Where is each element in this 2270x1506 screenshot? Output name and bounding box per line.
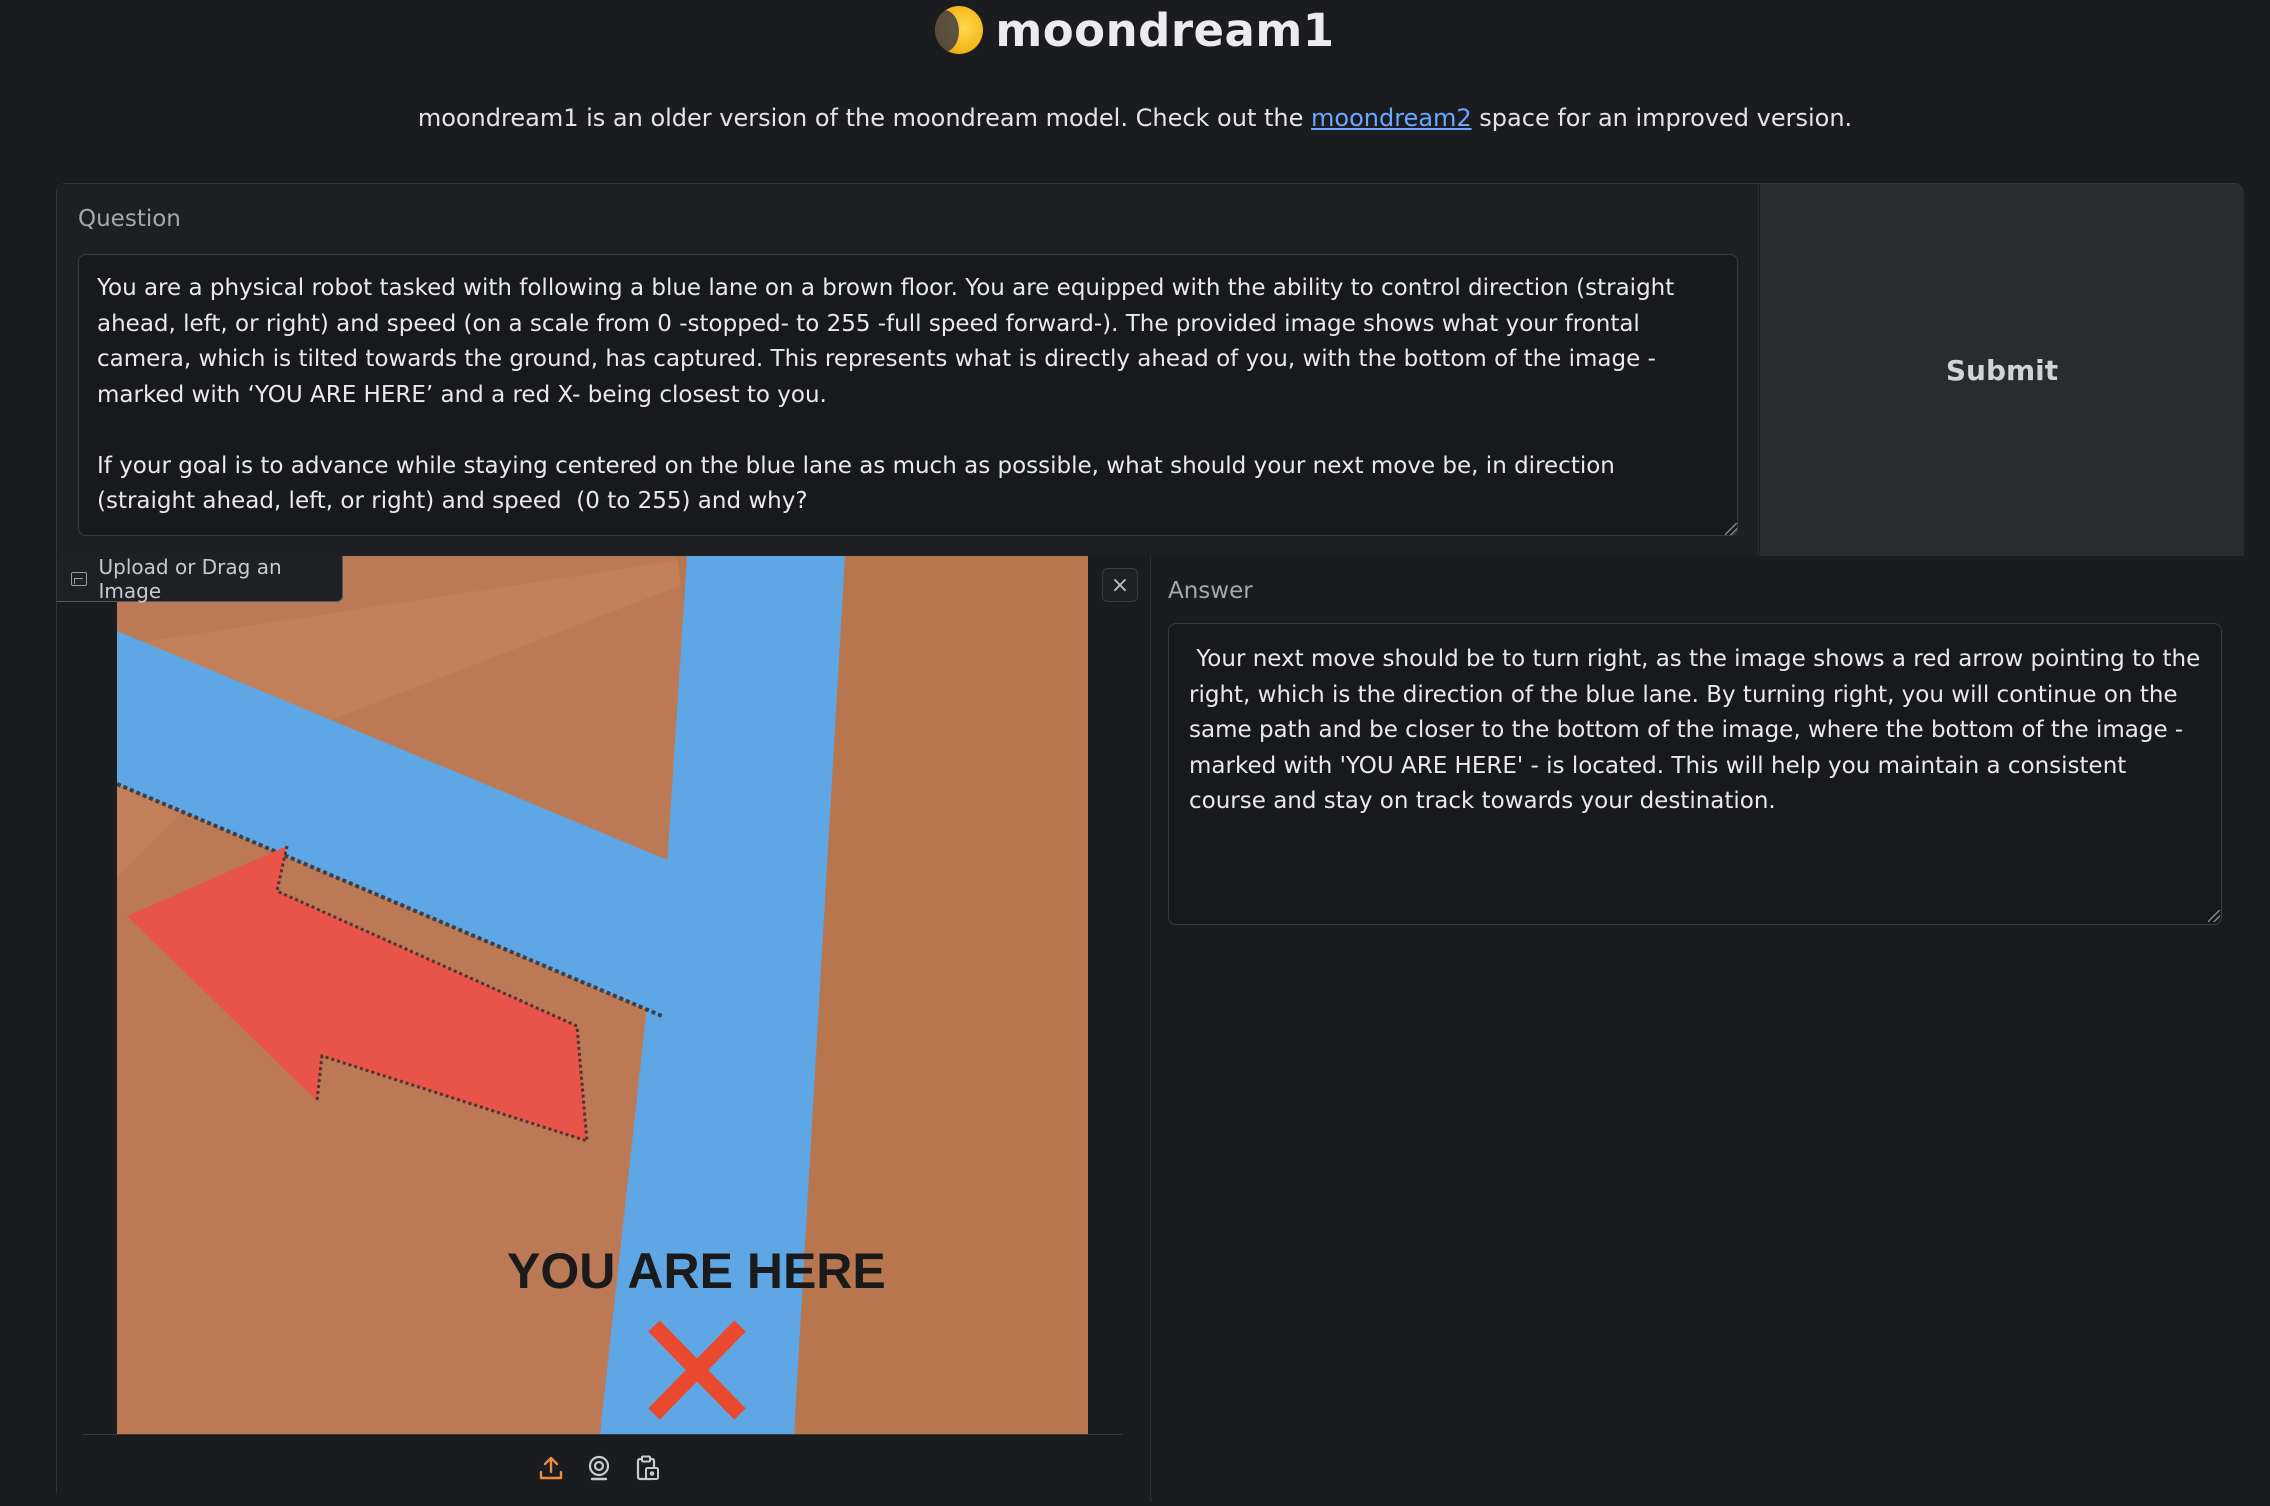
upload-icon[interactable] <box>537 1454 565 1482</box>
main-card: Question You are a physical robot tasked… <box>56 183 2244 1501</box>
clipboard-icon[interactable] <box>633 1454 661 1482</box>
question-block: Question You are a physical robot tasked… <box>57 184 1759 556</box>
answer-textarea[interactable]: Your next move should be to turn right, … <box>1168 623 2222 925</box>
moon-logo-icon <box>935 6 984 54</box>
submit-button[interactable]: Submit <box>1760 184 2244 556</box>
image-input-panel: YOU ARE HERE Upload or Drag an Image × <box>57 554 1151 1501</box>
image-source-toolbar <box>537 1454 661 1482</box>
upload-tab-label: Upload or Drag an Image <box>98 554 282 603</box>
page-subtitle: moondream1 is an older version of the mo… <box>0 104 2270 132</box>
answer-label: Answer <box>1168 578 1253 604</box>
subtitle-text-before: moondream1 is an older version of the mo… <box>417 104 1312 132</box>
question-label: Question <box>78 206 181 232</box>
uploaded-image: YOU ARE HERE <box>117 556 1088 1434</box>
image-icon <box>71 571 87 586</box>
subtitle-text-after: space for an improved version. <box>1471 104 1853 132</box>
answer-panel: Answer Your next move should be to turn … <box>1152 556 2244 1501</box>
question-resize-handle[interactable] <box>1725 523 1737 535</box>
image-divider <box>83 1434 1123 1435</box>
page-title: moondream1 <box>995 3 1335 57</box>
question-textarea[interactable]: You are a physical robot tasked with fol… <box>78 254 1738 536</box>
you-are-here-text: YOU ARE HERE <box>507 1243 886 1299</box>
title-row: moondream1 <box>0 0 2270 60</box>
webcam-icon[interactable] <box>585 1454 613 1482</box>
moondream2-link[interactable]: moondream2 <box>1311 104 1472 132</box>
upload-tab[interactable]: Upload or Drag an Image <box>57 554 343 603</box>
clear-image-button[interactable]: × <box>1102 568 1138 602</box>
answer-resize-handle[interactable] <box>2208 910 2220 922</box>
